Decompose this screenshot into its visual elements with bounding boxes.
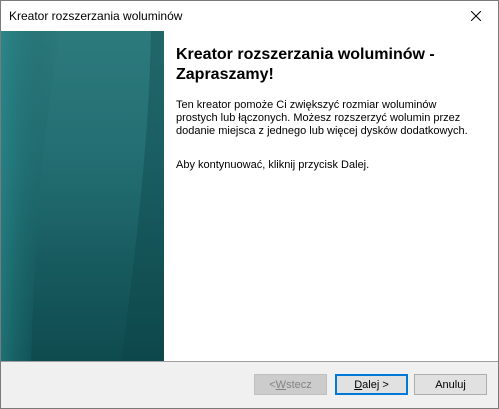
back-button[interactable]: < Wstecz	[254, 374, 327, 395]
next-button[interactable]: Dalej >	[335, 374, 408, 395]
button-bar: < Wstecz Dalej > Anuluj	[1, 362, 498, 408]
close-button[interactable]	[453, 1, 498, 31]
page-heading: Kreator rozszerzania woluminów - Zaprasz…	[176, 46, 435, 83]
next-label-mnemonic: D	[354, 378, 363, 391]
description-text: Ten kreator pomoże Ci zwiększyć rozmiar …	[176, 99, 468, 137]
wizard-content: Kreator rozszerzania woluminów - Zaprasz…	[1, 31, 498, 361]
wizard-window: Kreator rozszerzania woluminów Kreator r…	[0, 0, 499, 409]
banner-decoration	[1, 31, 164, 361]
cancel-button[interactable]: Anuluj	[414, 374, 487, 395]
close-icon	[470, 11, 481, 21]
window-title: Kreator rozszerzania woluminów	[9, 9, 183, 23]
back-label-rest: stecz	[286, 378, 312, 391]
title-bar: Kreator rozszerzania woluminów	[1, 1, 498, 31]
next-label-rest: alej >	[362, 378, 389, 391]
back-label-mnemonic: W	[275, 378, 287, 391]
instruction-text: Aby kontynuować, kliknij przycisk Dalej.	[176, 159, 370, 171]
side-banner-image	[1, 31, 164, 361]
